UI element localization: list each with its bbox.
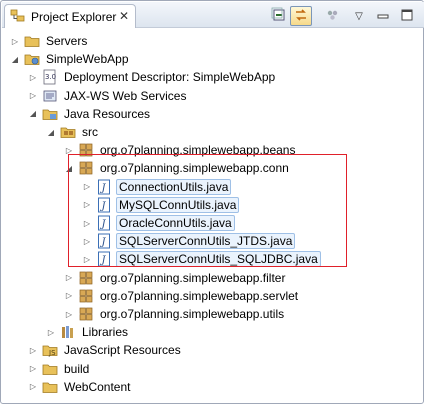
link-with-editor-button[interactable] [290, 6, 312, 26]
folder-icon [42, 379, 58, 395]
tree-item[interactable]: ▷ Libraries [44, 323, 130, 341]
view-menu-icon [325, 7, 341, 26]
collapsed-arrow-icon[interactable]: ▷ [44, 323, 58, 341]
tree-item-label: build [64, 361, 90, 376]
package-icon [78, 270, 94, 286]
close-icon[interactable]: ✕ [119, 9, 129, 23]
tree-item-label: WebContent [64, 379, 131, 394]
package-icon [78, 306, 94, 322]
tree-item-label: Java Resources [64, 106, 151, 121]
tree-item-label: Libraries [82, 325, 129, 340]
svg-text:JS: JS [48, 349, 56, 357]
minimize-icon [376, 8, 390, 25]
highlight-box [68, 154, 347, 267]
tree-item-label: src [82, 125, 98, 139]
collapsed-arrow-icon[interactable]: ▷ [62, 305, 76, 323]
expanded-arrow-icon[interactable]: ◢ [8, 50, 22, 68]
package-icon [78, 288, 94, 304]
collapsed-arrow-icon[interactable]: ▷ [26, 341, 40, 359]
tree-item-label: Deployment Descriptor: SimpleWebApp [64, 70, 276, 85]
view-tab-bar: Project Explorer ✕ ▽ [2, 2, 424, 28]
collapsed-arrow-icon[interactable]: ▷ [8, 32, 22, 50]
collapsed-arrow-icon[interactable]: ▷ [62, 269, 76, 287]
view-title: Project Explorer [31, 9, 117, 24]
tree-item-label: org.o7planning.simplewebapp.filter [100, 270, 286, 285]
project-explorer-icon [10, 7, 26, 26]
expanded-arrow-icon[interactable]: ◢ [26, 105, 40, 123]
dropdown-button[interactable]: ▽ [348, 6, 370, 26]
web-project-icon [24, 51, 40, 67]
collapse-all-button[interactable] [268, 6, 290, 26]
collapsed-arrow-icon[interactable]: ▷ [26, 378, 40, 396]
tree-item-label: Servers [46, 34, 88, 48]
collapsed-arrow-icon[interactable]: ▷ [26, 87, 40, 105]
tree-item-label: org.o7planning.simplewebapp.utils [100, 307, 285, 321]
tree-item[interactable]: ◢ SimpleWebApp [8, 50, 131, 68]
deployment-descriptor-icon: 3.0 [42, 69, 58, 85]
chevron-down-icon: ▽ [355, 10, 363, 22]
collapsed-arrow-icon[interactable]: ▷ [26, 68, 40, 86]
collapsed-arrow-icon[interactable]: ▷ [62, 287, 76, 305]
collapse-all-icon [271, 7, 287, 26]
tree-item[interactable]: ▷ JAX-WS Web Services [26, 87, 188, 105]
folder-icon [42, 361, 58, 377]
tree-item[interactable]: ▷ org.o7planning.simplewebapp.servlet [62, 287, 300, 305]
javascript-resources-icon: JS [42, 342, 58, 358]
folder-icon [24, 33, 40, 49]
tree-item[interactable]: ◢ Java Resources [26, 105, 152, 123]
tree-item-label: SimpleWebApp [46, 52, 129, 67]
source-folder-icon [60, 124, 76, 140]
minimize-button[interactable] [372, 6, 394, 26]
svg-text:3.0: 3.0 [45, 73, 56, 81]
libraries-icon [60, 324, 76, 340]
view-menu-button[interactable] [322, 6, 344, 26]
maximize-button[interactable] [396, 6, 418, 26]
tree-item-label: JAX-WS Web Services [64, 88, 187, 103]
tree-item[interactable]: ▷ org.o7planning.simplewebapp.filter [62, 269, 287, 287]
tree-item[interactable]: ▷ WebContent [26, 378, 133, 396]
collapsed-arrow-icon[interactable]: ▷ [26, 360, 40, 378]
tree-item[interactable]: ▷ build [26, 360, 91, 378]
tree-item-label: org.o7planning.simplewebapp.servlet [100, 288, 299, 303]
tree-item[interactable]: ▷ org.o7planning.simplewebapp.utils [62, 305, 286, 323]
expanded-arrow-icon[interactable]: ◢ [44, 123, 58, 141]
web-services-icon [42, 88, 58, 104]
tree-item[interactable]: ◢ src [44, 123, 100, 141]
maximize-icon [400, 8, 414, 25]
tree-item[interactable]: ▷ JS JavaScript Resources [26, 341, 183, 359]
java-resources-icon [42, 106, 58, 122]
tab-project-explorer[interactable]: Project Explorer ✕ [4, 4, 136, 28]
link-with-editor-icon [293, 7, 309, 26]
tree-item[interactable]: ▷ Servers [8, 32, 89, 50]
tree-item[interactable]: ▷ 3.0 Deployment Descriptor: SimpleWebApp [26, 68, 277, 86]
tree-item-label: JavaScript Resources [64, 343, 181, 358]
